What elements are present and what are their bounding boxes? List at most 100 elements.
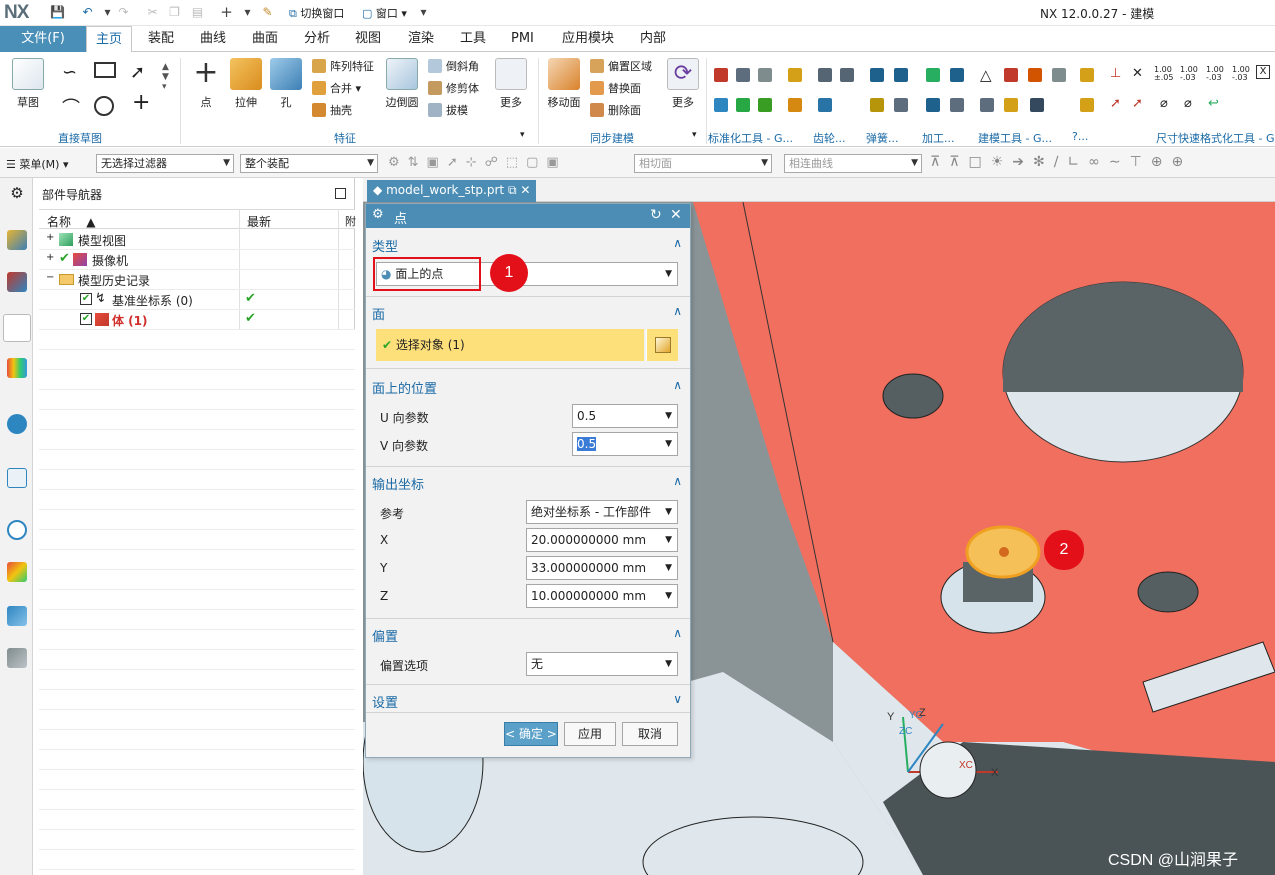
spring-tool-icon[interactable] (894, 98, 908, 112)
tab-render[interactable]: 渲染 (400, 26, 442, 52)
sync-group-dropdown-icon[interactable]: ▾ (692, 130, 697, 140)
apply-button[interactable]: 应用 (564, 722, 616, 746)
section-position-header[interactable]: 面上的位置 (372, 378, 437, 397)
repeat-dropdown-icon[interactable]: ▾ (240, 5, 255, 20)
std-tool-icon[interactable] (736, 98, 750, 112)
modeling-tool-icon[interactable] (1028, 68, 1042, 82)
expand-icon[interactable]: + (46, 232, 54, 243)
select-face-button[interactable] (646, 329, 678, 361)
customize-quick-access-icon[interactable]: ▾ (416, 5, 431, 20)
sketch-point-icon[interactable]: + (132, 90, 150, 115)
visibility-checkbox[interactable]: ✔ (80, 293, 92, 305)
more-sync-button[interactable]: ⟳ 更多 (666, 58, 700, 110)
std-tool-icon[interactable] (788, 68, 802, 82)
collapse-icon[interactable]: − (46, 272, 54, 283)
close-icon[interactable]: ✕ (670, 207, 682, 223)
spring-tool-icon[interactable] (894, 68, 908, 82)
type-filter-select[interactable]: 无选择过滤器 ▼ (96, 154, 234, 173)
tree-row[interactable]: ✔ 体 (1) ✔ (39, 310, 355, 330)
tab-assembly[interactable]: 装配 (140, 26, 182, 52)
expand-icon[interactable]: + (46, 252, 54, 263)
reference-select[interactable]: 绝对坐标系 - 工作部件 ▼ (526, 500, 678, 524)
menu-button[interactable]: ☰ 菜单(M) ▾ (6, 156, 68, 172)
gear-tool-icon[interactable] (818, 98, 832, 112)
cancel-button[interactable]: 取消 (622, 722, 678, 746)
v-param-input[interactable]: 0.5 ▼ (572, 432, 678, 456)
tab-analysis[interactable]: 分析 (296, 26, 338, 52)
plus-icon[interactable]: + (219, 5, 234, 20)
modeling-tool-icon[interactable] (980, 98, 994, 112)
unite-button[interactable]: 合并 ▾ (312, 80, 361, 96)
clock-icon[interactable] (7, 520, 27, 540)
offset-option-select[interactable]: 无 ▼ (526, 652, 678, 676)
tab-pmi[interactable]: PMI (503, 26, 542, 52)
modeling-tool-icon[interactable] (1004, 68, 1018, 82)
pattern-feature-button[interactable]: 阵列特征 (312, 58, 374, 74)
line-icon[interactable]: ➚ (130, 62, 145, 83)
snap-point-icons[interactable]: ⊼⊼□☀➔✻∕∟∞∼⊤⊕⊕ (930, 154, 1192, 170)
replace-face-button[interactable]: 替换面 (590, 80, 641, 96)
undo-dropdown-icon[interactable]: ▾ (100, 5, 115, 20)
collapse-chevron-icon[interactable]: ∧ (673, 304, 682, 318)
section-offset-header[interactable]: 偏置 (372, 626, 398, 645)
modeling-tool-icon[interactable] (1052, 68, 1066, 82)
column-latest[interactable]: 最新 (247, 213, 271, 230)
delete-face-button[interactable]: 删除面 (590, 102, 641, 118)
arc-icon[interactable]: ⌒ (62, 94, 80, 120)
collapse-chevron-icon[interactable]: ∧ (673, 378, 682, 392)
machining-tool-icon[interactable] (950, 98, 964, 112)
column-extra[interactable]: 附 (345, 213, 356, 229)
collapse-chevron-icon[interactable]: ∧ (673, 626, 682, 640)
palette-icon[interactable] (7, 562, 27, 582)
rectangle-icon[interactable] (94, 62, 116, 78)
close-icon[interactable]: ✕ (520, 183, 530, 197)
switch-window-button[interactable]: ⧉ 切换窗口 (289, 5, 344, 21)
touch-mode-icon[interactable]: ✎ (260, 5, 275, 20)
expand-chevron-icon[interactable]: ∨ (673, 692, 682, 706)
edge-blend-button[interactable]: 边倒圆 (384, 58, 420, 110)
tree-row[interactable]: ✔ ↯ 基准坐标系 (0) ✔ (39, 290, 355, 310)
maximize-icon[interactable] (335, 188, 346, 199)
dim-format-icon[interactable]: 1.00 -.03 (1232, 66, 1250, 82)
spring-tool-icon[interactable] (870, 68, 884, 82)
tab-surface[interactable]: 曲面 (244, 26, 286, 52)
triangle-tool-icon[interactable]: △ (980, 66, 992, 84)
tab-internal[interactable]: 内部 (632, 26, 674, 52)
close-box-icon[interactable]: X (1256, 65, 1270, 79)
ok-button[interactable]: < 确定 > (504, 722, 558, 746)
assembly-navigator-icon[interactable] (7, 230, 27, 250)
misc-tool-icon[interactable] (1080, 98, 1094, 112)
redo-icon[interactable]: ↷ (116, 5, 131, 20)
cut-icon[interactable]: ✂ (145, 5, 160, 20)
tab-application[interactable]: 应用模块 (554, 26, 622, 52)
section-settings-header[interactable]: 设置 (372, 692, 398, 711)
chamfer-button[interactable]: 倒斜角 (428, 58, 479, 74)
reuse-library-icon[interactable] (7, 358, 27, 378)
point-button[interactable]: + 点 (190, 58, 222, 110)
tab-file[interactable]: 文件(F) (0, 26, 86, 52)
x-input[interactable]: 20.000000000 mm ▼ (526, 528, 678, 552)
machining-tool-icon[interactable] (926, 68, 940, 82)
machining-tool-icon[interactable] (950, 68, 964, 82)
curve-rule-select[interactable]: 相连曲线 ▼ (784, 154, 922, 173)
modeling-tool-icon[interactable] (1004, 98, 1018, 112)
selection-scope-select[interactable]: 整个装配 ▼ (240, 154, 378, 173)
dim-format-icon[interactable]: ➚ (1132, 96, 1143, 111)
std-tool-icon[interactable] (736, 68, 750, 82)
trim-body-button[interactable]: 修剪体 (428, 80, 479, 96)
tab-curve[interactable]: 曲线 (192, 26, 234, 52)
tree-row[interactable]: + ✔ 摄像机 (39, 250, 355, 270)
web-browser-icon[interactable] (7, 468, 27, 488)
dialog-gear-icon[interactable]: ⚙ (372, 207, 384, 222)
column-name[interactable]: 名称 ▲ (47, 213, 96, 230)
dim-format-icon[interactable]: 1.00 -.03 (1180, 66, 1198, 82)
y-input[interactable]: 33.000000000 mm ▼ (526, 556, 678, 580)
constraint-navigator-icon[interactable] (7, 272, 27, 292)
profile-icon[interactable]: ∽ (62, 62, 77, 83)
std-tool-icon[interactable] (714, 98, 728, 112)
machining-tool-icon[interactable] (926, 98, 940, 112)
face-rule-select[interactable]: 相切面 ▼ (634, 154, 772, 173)
paste-icon[interactable]: ▤ (190, 5, 205, 20)
process-studio-icon[interactable] (7, 606, 27, 626)
role-icon[interactable] (7, 648, 27, 668)
